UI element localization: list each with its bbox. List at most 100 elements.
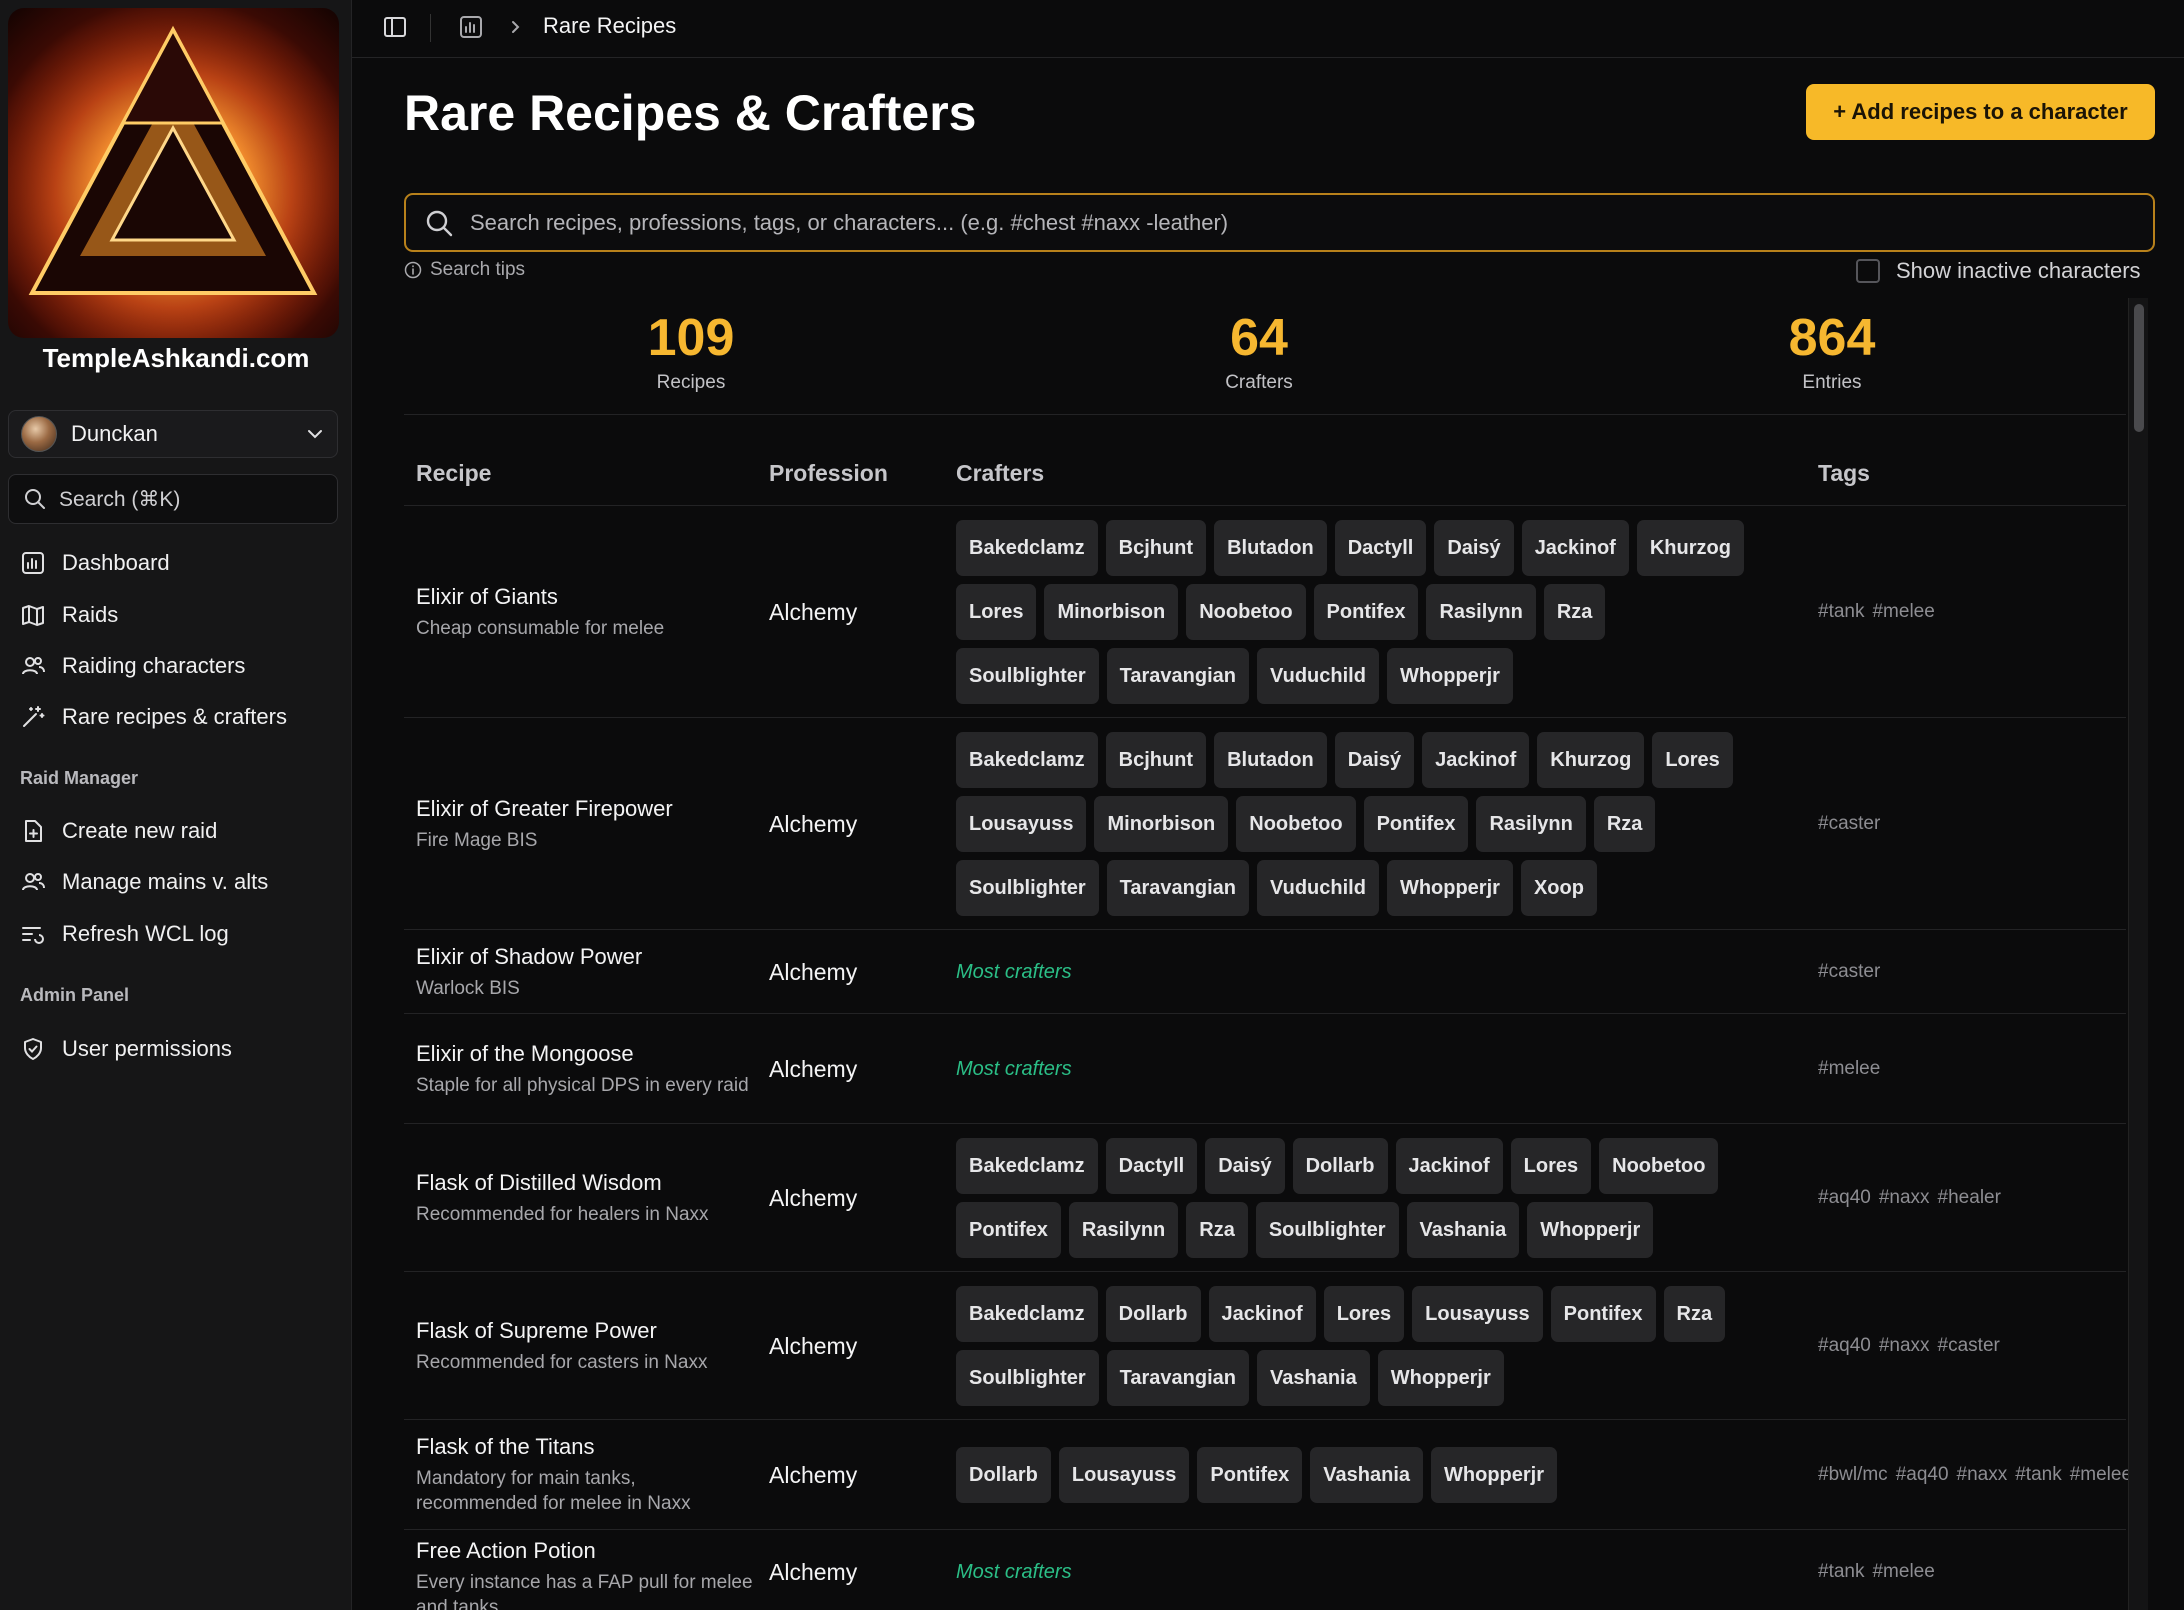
crafter-chip[interactable]: Dollarb	[1105, 1286, 1201, 1342]
recipe-name[interactable]: Elixir of the Mongoose	[416, 1041, 756, 1067]
crafter-chip[interactable]: Soulblighter	[1255, 1202, 1399, 1258]
crafter-chip[interactable]: Pontifex	[1363, 796, 1469, 852]
crafter-chip[interactable]: Dactyll	[1105, 1138, 1198, 1194]
show-inactive-checkbox[interactable]	[1856, 259, 1880, 283]
crafter-chip[interactable]: Whopperjr	[1431, 1447, 1558, 1503]
crafter-chip[interactable]: Rasilynn	[1426, 584, 1536, 640]
crafter-chip[interactable]: Soulblighter	[956, 1350, 1099, 1406]
crafter-chip[interactable]: Lores	[1652, 732, 1733, 788]
crafter-chip[interactable]: Taravangian	[1106, 648, 1250, 704]
crafter-chip[interactable]: Bcjhunt	[1105, 520, 1207, 576]
crafter-chip[interactable]: Pontifex	[1313, 584, 1419, 640]
crafter-chip[interactable]: Blutadon	[1214, 732, 1327, 788]
tag[interactable]: #naxx	[1957, 1464, 2008, 1485]
crafter-chip[interactable]: Bakedclamz	[956, 520, 1098, 576]
recipe-name[interactable]: Flask of the Titans	[416, 1434, 756, 1460]
nav-create-raid[interactable]: Create new raid	[20, 813, 217, 849]
tag[interactable]: #tank	[2015, 1464, 2061, 1485]
add-recipes-button[interactable]: + Add recipes to a character	[1806, 84, 2155, 140]
recipe-name[interactable]: Free Action Potion	[416, 1538, 756, 1564]
crafter-chip[interactable]: Xoop	[1520, 860, 1597, 916]
crafter-chip[interactable]: Dactyll	[1334, 520, 1427, 576]
crafter-chip[interactable]: Khurzog	[1537, 732, 1645, 788]
crafter-chip[interactable]: Jackinof	[1521, 520, 1629, 576]
table-row[interactable]: Flask of the Titans Mandatory for main ta…	[404, 1420, 2132, 1530]
crafter-chip[interactable]: Rasilynn	[1068, 1202, 1179, 1258]
crafter-chip[interactable]: Taravangian	[1106, 860, 1250, 916]
sidebar-search[interactable]: Search (⌘K)	[8, 474, 338, 524]
recipe-name[interactable]: Flask of Supreme Power	[416, 1318, 756, 1344]
crafter-chip[interactable]: Rza	[1663, 1286, 1726, 1342]
table-row[interactable]: Elixir of Shadow Power Warlock BIS Alchemy…	[404, 930, 2126, 1014]
crafter-chip[interactable]: Jackinof	[1395, 1138, 1503, 1194]
nav-raids[interactable]: Raids	[20, 597, 118, 633]
dashboard-icon[interactable]	[458, 14, 484, 40]
crafter-chip[interactable]: Bakedclamz	[956, 732, 1098, 788]
tag[interactable]: #melee	[2070, 1464, 2132, 1485]
crafter-chip[interactable]: Pontifex	[1197, 1447, 1303, 1503]
crafter-chip[interactable]: Rza	[1593, 796, 1656, 852]
tag[interactable]: #aq40	[1818, 1335, 1871, 1356]
table-row[interactable]: Elixir of Giants Cheap consumable for mel…	[404, 506, 2126, 718]
crafter-chip[interactable]: Vashania	[1310, 1447, 1424, 1503]
tag[interactable]: #melee	[1818, 1058, 1880, 1079]
crafter-chip[interactable]: Daisý	[1434, 520, 1514, 576]
crafter-chip[interactable]: Whopperjr	[1527, 1202, 1654, 1258]
crafter-chip[interactable]: Lousayuss	[1058, 1447, 1190, 1503]
show-inactive-toggle[interactable]: Show inactive characters	[1856, 258, 2141, 284]
tag[interactable]: #caster	[1938, 1335, 2000, 1356]
tag[interactable]: #bwl/mc	[1818, 1464, 1888, 1485]
crafter-chip[interactable]: Soulblighter	[956, 648, 1099, 704]
crafter-chip[interactable]: Lousayuss	[956, 796, 1087, 852]
nav-refresh-wcl[interactable]: Refresh WCL log	[20, 916, 229, 952]
crafter-chip[interactable]: Rza	[1186, 1202, 1248, 1258]
crafter-chip[interactable]: Vuduchild	[1257, 860, 1379, 916]
table-row[interactable]: Free Action Potion Every instance has a F…	[404, 1530, 2126, 1610]
crafter-chip[interactable]: Pontifex	[1550, 1286, 1656, 1342]
crafter-chip[interactable]: Blutadon	[1214, 520, 1327, 576]
crafter-chip[interactable]: Soulblighter	[956, 860, 1099, 916]
table-row[interactable]: Elixir of the Mongoose Staple for all phy…	[404, 1014, 2126, 1124]
crafter-chip[interactable]: Whopperjr	[1386, 648, 1513, 704]
crafter-chip[interactable]: Jackinof	[1208, 1286, 1316, 1342]
sidebar-toggle-icon[interactable]	[382, 14, 408, 40]
crafter-chip[interactable]: Rza	[1543, 584, 1606, 640]
crafter-chip[interactable]: Bcjhunt	[1105, 732, 1207, 788]
crafter-chip[interactable]: Bakedclamz	[956, 1138, 1098, 1194]
crafter-chip[interactable]: Whopperjr	[1386, 860, 1513, 916]
crafter-chip[interactable]: Dollarb	[1292, 1138, 1388, 1194]
tag[interactable]: #tank	[1818, 1561, 1864, 1582]
crafter-chip[interactable]: Vuduchild	[1257, 648, 1379, 704]
tag[interactable]: #caster	[1818, 813, 1880, 834]
column-header-tags[interactable]: Tags	[1818, 460, 1870, 487]
crafter-chip[interactable]: Taravangian	[1106, 1350, 1250, 1406]
table-row[interactable]: Elixir of Greater Firepower Fire Mage BIS…	[404, 718, 2126, 930]
nav-rare-recipes[interactable]: Rare recipes & crafters	[20, 699, 287, 735]
crafter-chip[interactable]: Lousayuss	[1412, 1286, 1543, 1342]
site-logo[interactable]	[8, 8, 339, 338]
tag[interactable]: #melee	[1872, 1561, 1934, 1582]
crafter-chip[interactable]: Lores	[956, 584, 1037, 640]
crafter-chip[interactable]: Minorbison	[1044, 584, 1179, 640]
column-header-crafters[interactable]: Crafters	[956, 460, 1044, 487]
tag[interactable]: #naxx	[1879, 1187, 1930, 1208]
crafter-chip[interactable]: Bakedclamz	[956, 1286, 1098, 1342]
search-tips[interactable]: Search tips	[404, 259, 525, 281]
crafter-chip[interactable]: Noobetoo	[1186, 584, 1306, 640]
crafter-chip[interactable]: Vashania	[1257, 1350, 1370, 1406]
crafter-chip[interactable]: Daisý	[1205, 1138, 1285, 1194]
tag[interactable]: #healer	[1938, 1187, 2001, 1208]
recipe-search-input[interactable]	[470, 209, 2135, 236]
recipe-name[interactable]: Elixir of Greater Firepower	[416, 796, 756, 822]
tag[interactable]: #melee	[1872, 601, 1934, 622]
recipe-search-field[interactable]	[404, 193, 2155, 252]
recipe-name[interactable]: Flask of Distilled Wisdom	[416, 1170, 756, 1196]
crafter-chip[interactable]: Vashania	[1406, 1202, 1520, 1258]
crafter-chip[interactable]: Jackinof	[1422, 732, 1530, 788]
scrollbar-thumb[interactable]	[2134, 304, 2144, 432]
nav-user-permissions[interactable]: User permissions	[20, 1031, 232, 1067]
crafter-chip[interactable]: Noobetoo	[1236, 796, 1356, 852]
nav-dashboard[interactable]: Dashboard	[20, 545, 170, 581]
user-switcher[interactable]: Dunckan	[8, 410, 338, 458]
crafter-chip[interactable]: Minorbison	[1094, 796, 1229, 852]
